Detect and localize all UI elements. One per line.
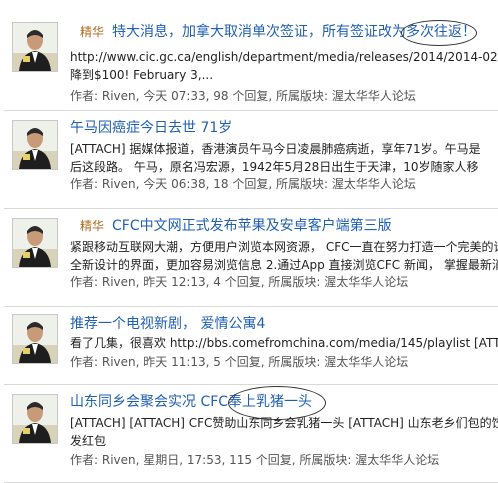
thread-meta: 作者: Riven, 昨天 11:13, 5 个回复, 所属版块: 渥太华华人论… <box>70 355 409 369</box>
avatar[interactable] <box>12 314 58 364</box>
thread-snippet-line: 降到$100! February 3,... <box>70 68 214 82</box>
thread-meta: 作者: Riven, 昨天 12:13, 4 个回复, 所属版块: 渥太华华人论… <box>70 275 409 289</box>
thread-title-link[interactable]: 推荐一个电视新剧， 爱情公寓4 <box>70 316 265 332</box>
thread-title-link[interactable]: CFC中文网正式发布苹果及安卓客户端第三版 <box>112 218 392 234</box>
avatar[interactable] <box>12 120 58 170</box>
thread-meta: 作者: Riven, 今天 07:33, 98 个回复, 所属版块: 渥太华华人… <box>70 89 416 103</box>
thread-snippet-line: 紧跟移动互联网大潮，方便用户浏览本网资源， CFC一直在努力打造一个完美的诈 <box>70 240 498 254</box>
avatar-image <box>13 315 57 363</box>
thread-snippet-line: 全新设计的界面，更加容易浏览信息 2.通过App 直接浏览CFC 新闻， 掌握最… <box>70 258 498 272</box>
avatar-image <box>13 121 57 169</box>
avatar-image <box>13 395 57 443</box>
thread-list: 精华 特大消息，加拿大取消单次签证，所有签证改为多次往返！ http://www.c… <box>0 0 498 483</box>
thread-title-row: 午马因癌症今日去世 71岁 <box>70 116 498 140</box>
thread-title-link[interactable]: 特大消息，加拿大取消单次签证，所有签证改为多次往返！ <box>112 24 476 40</box>
thread-row: 午马因癌症今日去世 71岁 [ATTACH] 据媒体报道，香港演员午马今日凌晨肺癌… <box>4 112 498 209</box>
thread-snippet-line: [ATTACH] [ATTACH] CFC赞助山东同乡会乳猪一头 [ATTACH… <box>70 416 498 430</box>
avatar[interactable] <box>12 218 58 268</box>
thread-snippet-line: 后这段路。 午马，原名冯宏源，1942年5月28日出生于天津，10岁随家人移 <box>70 160 479 174</box>
avatar[interactable] <box>12 22 58 72</box>
avatar-image <box>13 219 57 267</box>
thread-meta: 作者: Riven, 今天 06:38, 18 个回复, 所属版块: 渥太华华人… <box>70 177 416 191</box>
thread-snippet-line: [ATTACH] 据媒体报道，香港演员午马今日凌晨肺癌病逝，享年71岁。午马是 <box>70 142 481 156</box>
featured-badge: 精华 <box>80 25 105 39</box>
thread-row: 推荐一个电视新剧， 爱情公寓4 看了几集，很喜欢 http://bbs.comef… <box>4 306 498 385</box>
thread-row: 山东同乡会聚会实况 CFC奉上乳猪一头 [ATTACH] [ATTACH] CFC… <box>4 386 498 483</box>
thread-title-link[interactable]: 午马因癌症今日去世 71岁 <box>70 120 232 136</box>
thread-title-row: 推荐一个电视新剧， 爱情公寓4 <box>70 312 498 336</box>
thread-title-row: 山东同乡会聚会实况 CFC奉上乳猪一头 <box>70 390 498 414</box>
thread-title-link[interactable]: 山东同乡会聚会实况 CFC奉上乳猪一头 <box>70 394 312 410</box>
thread-title-row: 精华 特大消息，加拿大取消单次签证，所有签证改为多次往返！ <box>70 20 498 44</box>
thread-row: 精华 特大消息，加拿大取消单次签证，所有签证改为多次往返！ http://www.c… <box>4 14 498 111</box>
thread-meta: 作者: Riven, 星期日, 17:53, 115 个回复, 所属版块: 渥太… <box>70 453 440 467</box>
thread-title-row: 精华 CFC中文网正式发布苹果及安卓客户端第三版 <box>70 214 498 238</box>
avatar-image <box>13 23 57 71</box>
thread-row: 精华 CFC中文网正式发布苹果及安卓客户端第三版紧跟移动互联网大潮，方便用户浏览本… <box>4 210 498 307</box>
featured-badge: 精华 <box>80 219 105 233</box>
thread-snippet-line: 看了几集，很喜欢 http://bbs.comefromchina.com/me… <box>70 336 498 350</box>
avatar[interactable] <box>12 394 58 444</box>
thread-snippet-line: 发红包 <box>70 434 107 448</box>
thread-snippet-line: http://www.cic.gc.ca/english/department/… <box>70 50 498 64</box>
